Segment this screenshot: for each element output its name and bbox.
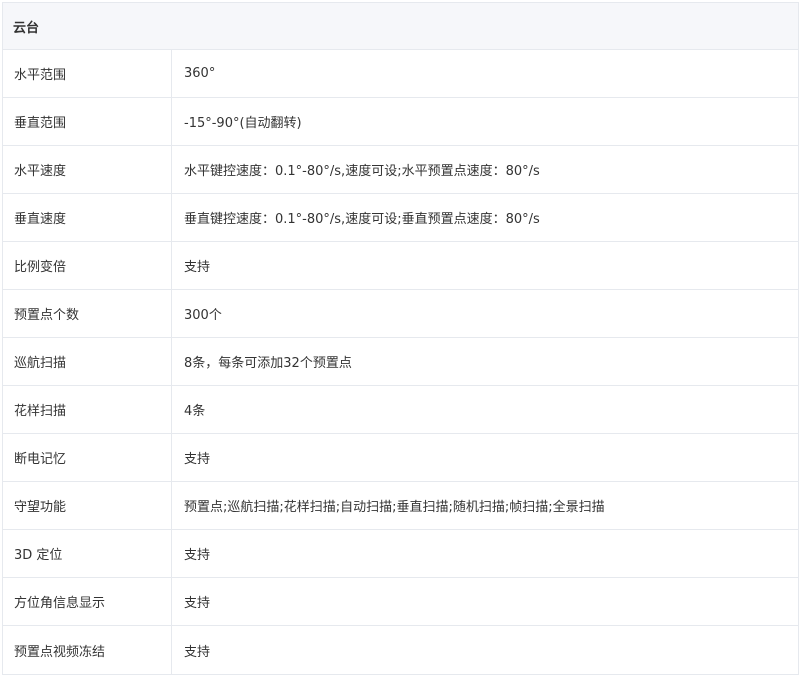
row-label: 垂直速度 — [3, 194, 172, 241]
table-row: 花样扫描 4条 — [3, 386, 798, 434]
row-value: -15°-90°(自动翻转) — [184, 116, 302, 131]
row-value: 支持 — [184, 548, 211, 563]
row-value: 支持 — [184, 260, 211, 275]
row-value: 支持 — [184, 596, 211, 611]
row-label: 守望功能 — [3, 482, 172, 529]
row-label: 垂直范围 — [3, 98, 172, 145]
row-value: 8条，每条可添加32个预置点 — [184, 356, 352, 371]
row-value: 支持 — [184, 644, 211, 660]
row-label: 断电记忆 — [3, 434, 172, 481]
row-label: 水平范围 — [3, 50, 172, 97]
row-label: 3D 定位 — [3, 530, 172, 577]
section-header: 云台 — [3, 3, 798, 50]
table-row: 守望功能 预置点;巡航扫描;花样扫描;自动扫描;垂直扫描;随机扫描;帧扫描;全景… — [3, 482, 798, 530]
table-row: 预置点视频冻结 支持 — [3, 626, 798, 674]
row-value: 300个 — [184, 308, 222, 323]
row-label: 方位角信息显示 — [3, 578, 172, 625]
row-value: 垂直键控速度：0.1°-80°/s,速度可设;垂直预置点速度：80°/s — [184, 212, 540, 227]
row-label: 花样扫描 — [3, 386, 172, 433]
table-row: 巡航扫描 8条，每条可添加32个预置点 — [3, 338, 798, 386]
table-row: 垂直范围 -15°-90°(自动翻转) — [3, 98, 798, 146]
row-value: 预置点;巡航扫描;花样扫描;自动扫描;垂直扫描;随机扫描;帧扫描;全景扫描 — [184, 500, 605, 515]
table-row: 水平速度 水平键控速度：0.1°-80°/s,速度可设;水平预置点速度：80°/… — [3, 146, 798, 194]
row-label: 水平速度 — [3, 146, 172, 193]
table-row: 垂直速度 垂直键控速度：0.1°-80°/s,速度可设;垂直预置点速度：80°/… — [3, 194, 798, 242]
table-row: 断电记忆 支持 — [3, 434, 798, 482]
section-title: 云台 — [13, 20, 40, 36]
table-row: 水平范围 360° — [3, 50, 798, 98]
row-label: 预置点个数 — [3, 290, 172, 337]
row-value: 支持 — [184, 452, 211, 467]
row-value: 水平键控速度：0.1°-80°/s,速度可设;水平预置点速度：80°/s — [184, 164, 540, 179]
row-label: 巡航扫描 — [3, 338, 172, 385]
table-row: 方位角信息显示 支持 — [3, 578, 798, 626]
row-value: 360° — [184, 66, 216, 81]
table-row: 比例变倍 支持 — [3, 242, 798, 290]
row-label: 预置点视频冻结 — [3, 626, 172, 674]
table-row: 预置点个数 300个 — [3, 290, 798, 338]
spec-table: 云台 水平范围 360° 垂直范围 -15°-90°(自动翻转) 水平速度 水平… — [2, 2, 799, 675]
table-row: 3D 定位 支持 — [3, 530, 798, 578]
row-value: 4条 — [184, 404, 206, 419]
row-label: 比例变倍 — [3, 242, 172, 289]
